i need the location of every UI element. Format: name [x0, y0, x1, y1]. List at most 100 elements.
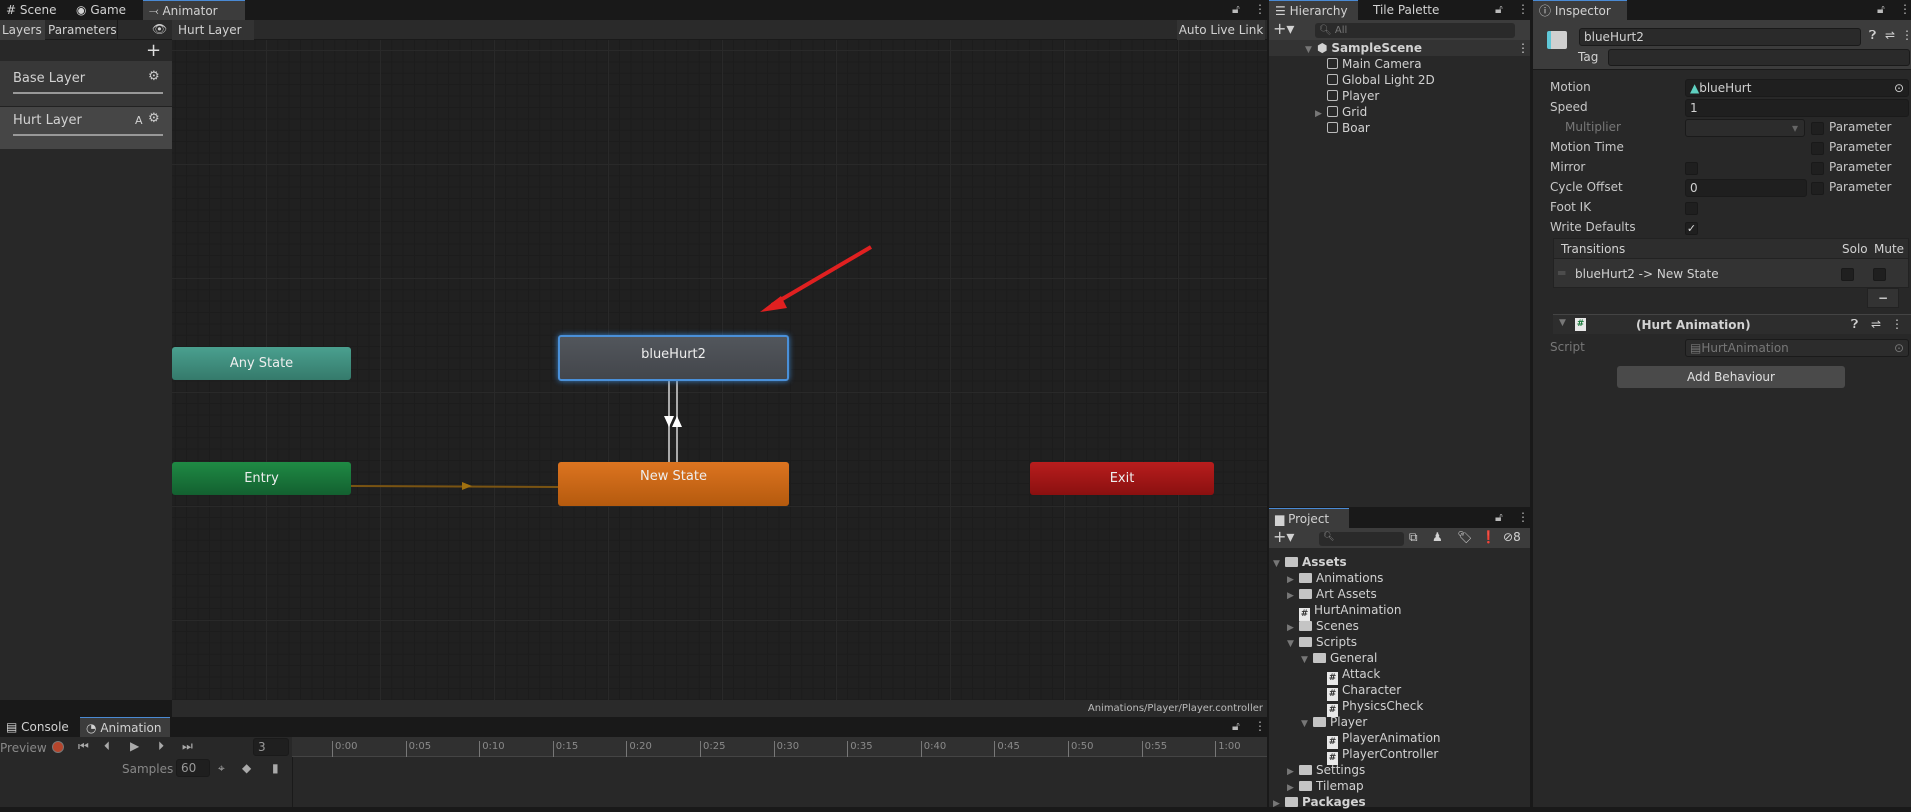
- expand-triangle-icon[interactable]: ▼: [1273, 556, 1285, 572]
- search-by-type-icon[interactable]: ♟: [1432, 530, 1443, 544]
- project-item[interactable]: ▼ Assets: [1273, 554, 1347, 570]
- frame-field[interactable]: 3: [253, 738, 289, 756]
- tab-project[interactable]: ▆ Project: [1269, 508, 1349, 528]
- lock-icon[interactable]: 🔓︎: [1495, 2, 1503, 17]
- motion-time-parameter-checkbox[interactable]: [1811, 142, 1824, 155]
- search-by-scene-icon[interactable]: ⧉: [1409, 530, 1418, 545]
- lock-icon[interactable]: 🔓︎: [1495, 510, 1503, 525]
- help-icon[interactable]: ❓︎: [1869, 28, 1876, 43]
- next-key-button[interactable]: ⏵: [158, 739, 164, 754]
- tab-tile-palette[interactable]: Tile Palette: [1367, 0, 1445, 20]
- project-item[interactable]: ▶ Settings: [1287, 762, 1365, 778]
- script-icon: #: [1575, 318, 1586, 331]
- project-item[interactable]: # PlayerController: [1315, 746, 1438, 765]
- multiplier-dropdown: ▾: [1685, 119, 1805, 137]
- foot-ik-checkbox[interactable]: [1685, 202, 1698, 215]
- project-item[interactable]: # HurtAnimation: [1287, 602, 1401, 621]
- project-item[interactable]: ▼ Player: [1301, 714, 1367, 730]
- foldout-triangle-icon[interactable]: ▼: [1559, 318, 1566, 328]
- motion-field[interactable]: ▲blueHurt ⊙: [1685, 79, 1909, 97]
- more-options-icon[interactable]: ⋮: [1254, 719, 1266, 733]
- preset-icon[interactable]: ⇌: [1871, 317, 1881, 331]
- add-behaviour-button[interactable]: Add Behaviour: [1617, 366, 1845, 388]
- expand-triangle-icon[interactable]: ▼: [1301, 652, 1313, 668]
- timeline-tick-label: 0:55: [1141, 741, 1167, 757]
- play-button[interactable]: ▶: [130, 739, 139, 753]
- hierarchy-item[interactable]: Main Camera: [1269, 56, 1422, 72]
- search-by-label-icon[interactable]: 🏷︎: [1457, 530, 1472, 544]
- more-options-icon[interactable]: ⋮: [1517, 2, 1529, 16]
- write-defaults-checkbox[interactable]: ✓: [1685, 222, 1698, 235]
- project-item[interactable]: ▼ Scripts: [1287, 634, 1357, 650]
- prev-key-button[interactable]: ⏴: [104, 739, 110, 754]
- expand-triangle-icon[interactable]: ▼: [1287, 636, 1299, 652]
- transition-item[interactable]: ═ blueHurt2 -> New State: [1554, 261, 1908, 287]
- add-event-icon[interactable]: ▮: [272, 761, 279, 775]
- tab-animation[interactable]: ◔ Animation: [80, 717, 170, 737]
- cycle-offset-field[interactable]: 0: [1685, 179, 1807, 197]
- folder-icon: [1299, 637, 1312, 647]
- mute-label: Mute: [1874, 242, 1905, 256]
- project-item[interactable]: ▶ Scenes: [1287, 618, 1359, 634]
- project-item[interactable]: ▼ General: [1301, 650, 1377, 666]
- samples-field[interactable]: 60: [176, 759, 210, 777]
- mute-checkbox[interactable]: [1873, 268, 1886, 281]
- record-button[interactable]: [52, 741, 64, 753]
- add-event-keyframe-icon[interactable]: ◆: [242, 761, 251, 775]
- lock-icon[interactable]: 🔓︎: [1232, 719, 1240, 734]
- expand-triangle-icon[interactable]: ▶: [1273, 796, 1285, 812]
- warning-icon[interactable]: ❗: [1481, 530, 1496, 544]
- remove-transition-button[interactable]: −: [1867, 288, 1899, 308]
- scene-menu-icon[interactable]: ⋮: [1517, 40, 1529, 56]
- last-key-button[interactable]: ⏭: [182, 739, 193, 754]
- context-menu-icon[interactable]: ⋮: [1901, 28, 1911, 42]
- preview-toggle[interactable]: Preview: [0, 741, 47, 755]
- multiplier-parameter-checkbox[interactable]: [1811, 122, 1824, 135]
- mirror-checkbox[interactable]: [1685, 162, 1698, 175]
- create-button[interactable]: +▾: [1273, 527, 1294, 546]
- project-search[interactable]: 🔍︎: [1319, 532, 1404, 546]
- create-button[interactable]: +▾: [1273, 19, 1294, 38]
- preset-icon[interactable]: ⇌: [1885, 28, 1895, 42]
- object-picker-icon[interactable]: ⊙: [1894, 80, 1904, 96]
- animation-clip-icon: ▲: [1690, 81, 1700, 95]
- project-item[interactable]: ▶ Packages: [1273, 794, 1366, 810]
- multiplier-label: Multiplier: [1565, 120, 1621, 134]
- hierarchy-item[interactable]: Global Light 2D: [1269, 72, 1435, 88]
- first-key-button[interactable]: ⏮: [78, 739, 89, 754]
- state-name-field[interactable]: blueHurt2: [1579, 28, 1861, 46]
- context-menu-icon[interactable]: ⋮: [1891, 317, 1903, 331]
- project-item[interactable]: # Attack: [1315, 666, 1380, 685]
- speed-field[interactable]: 1: [1685, 99, 1909, 117]
- hierarchy-item[interactable]: Boar: [1269, 120, 1370, 136]
- drag-handle-icon[interactable]: ═: [1558, 266, 1565, 280]
- project-item[interactable]: ▶ Animations: [1287, 570, 1383, 586]
- tag-field[interactable]: [1608, 49, 1910, 66]
- tab-inspector[interactable]: ⓘ Inspector: [1533, 0, 1627, 20]
- project-item[interactable]: # PlayerAnimation: [1315, 730, 1441, 749]
- project-item[interactable]: # Character: [1315, 682, 1401, 701]
- expand-triangle-icon[interactable]: ▼: [1301, 716, 1313, 732]
- more-options-icon[interactable]: ⋮: [1517, 510, 1529, 524]
- help-icon[interactable]: ❓︎: [1851, 317, 1858, 332]
- project-item[interactable]: ▶ Tilemap: [1287, 778, 1364, 794]
- mirror-parameter-checkbox[interactable]: [1811, 162, 1824, 175]
- add-keyframe-icon[interactable]: ⌖: [218, 761, 225, 776]
- project-item[interactable]: ▶ Art Assets: [1287, 586, 1377, 602]
- gameobject-icon: [1327, 122, 1338, 133]
- more-options-icon[interactable]: ⋮: [1899, 2, 1911, 16]
- timeline-area[interactable]: [292, 757, 1267, 807]
- tab-hierarchy[interactable]: ☰ Hierarchy: [1269, 0, 1358, 20]
- hierarchy-search[interactable]: 🔍︎ All: [1315, 23, 1515, 38]
- lock-icon[interactable]: 🔓︎: [1877, 2, 1885, 17]
- folder-icon: [1313, 653, 1326, 663]
- tab-console[interactable]: ▤ Console: [0, 717, 75, 737]
- solo-checkbox[interactable]: [1841, 268, 1854, 281]
- hierarchy-item[interactable]: ▶ Grid: [1269, 104, 1367, 120]
- scene-row[interactable]: ▼ ⬢ SampleScene ⋮: [1269, 40, 1530, 56]
- project-item[interactable]: # PhysicsCheck: [1315, 698, 1423, 717]
- hierarchy-item[interactable]: Player: [1269, 88, 1379, 104]
- hidden-packages-toggle[interactable]: ⊘8: [1503, 530, 1521, 544]
- cycle-offset-parameter-checkbox[interactable]: [1811, 182, 1824, 195]
- behaviour-header[interactable]: ▼ # (Hurt Animation) ❓︎ ⇌ ⋮: [1553, 314, 1911, 334]
